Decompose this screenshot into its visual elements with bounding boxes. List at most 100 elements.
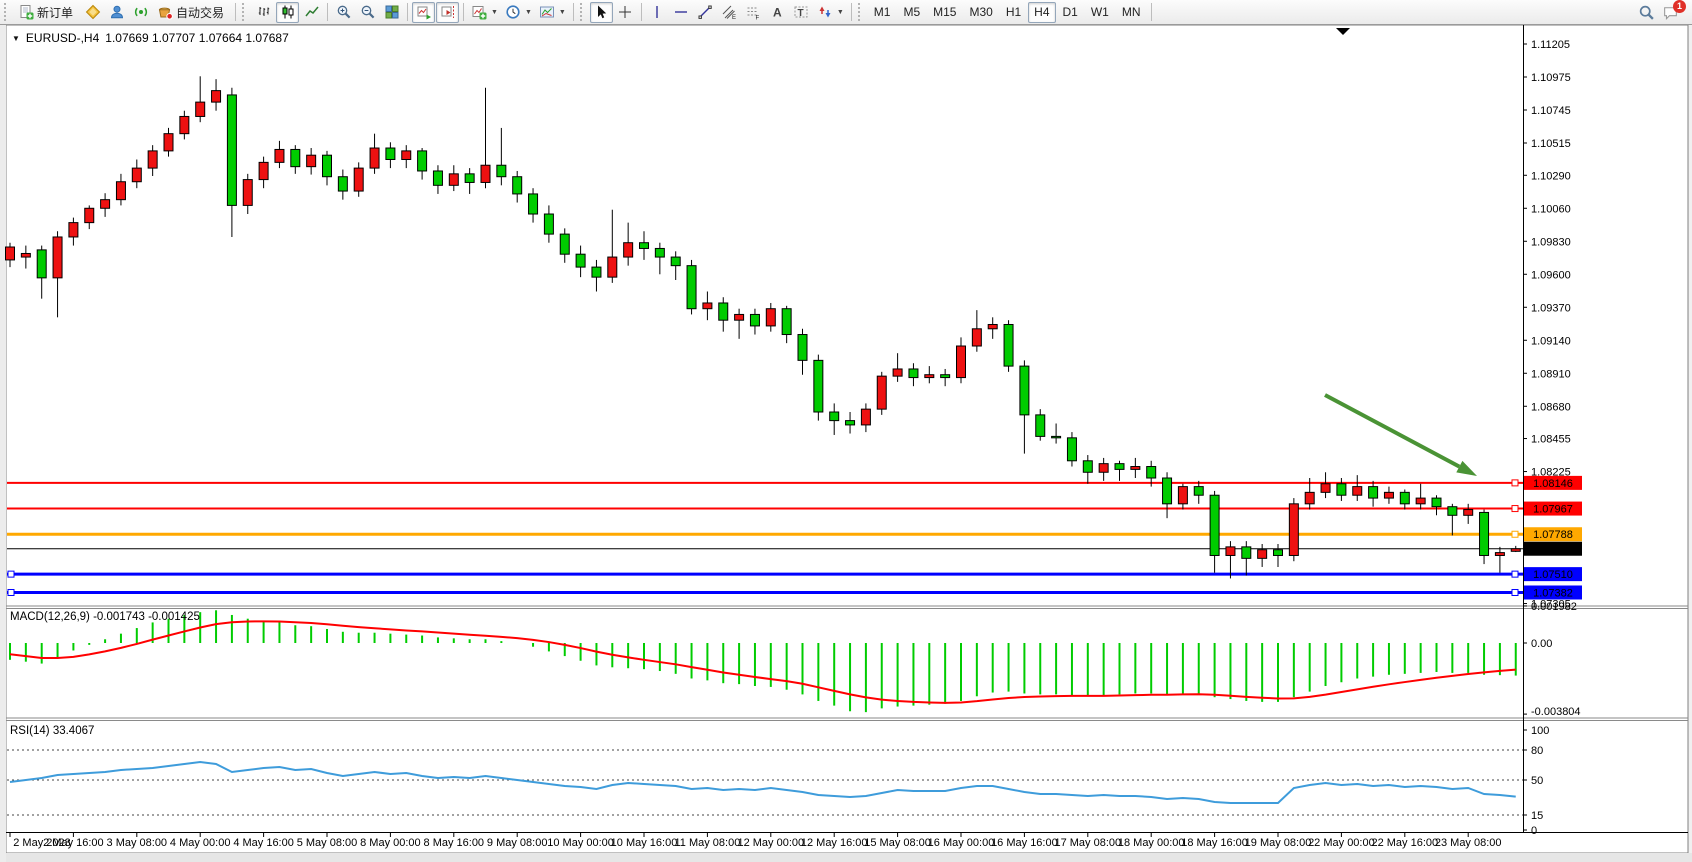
toolbar-grip[interactable]: [242, 3, 247, 21]
toolbar-grip[interactable]: [4, 3, 9, 21]
timeframe-W1[interactable]: W1: [1085, 2, 1115, 23]
svg-text:1.10975: 1.10975: [1531, 72, 1571, 84]
chart-shift-icon: [440, 4, 456, 20]
dropdown-arrow-icon[interactable]: ▼: [837, 9, 844, 16]
zoom-in-button[interactable]: [332, 2, 355, 23]
text-label-tool-button[interactable]: T: [790, 2, 813, 23]
svg-text:0.001982: 0.001982: [1531, 601, 1577, 613]
text-tool-button[interactable]: A: [766, 2, 789, 23]
svg-text:1.08910: 1.08910: [1531, 368, 1571, 380]
arrows-tool-button[interactable]: ▼: [814, 2, 847, 23]
new-order-button[interactable]: 新订单: [14, 2, 80, 23]
hline-handle[interactable]: [8, 571, 14, 577]
svg-text:4 May 16:00: 4 May 16:00: [233, 837, 294, 849]
zoom-out-button[interactable]: [356, 2, 379, 23]
channel-tool-button[interactable]: E: [718, 2, 741, 23]
svg-text:1.10745: 1.10745: [1531, 105, 1571, 117]
indicators-icon: [471, 4, 487, 20]
candlestick-chart-button[interactable]: [276, 2, 299, 23]
timeframe-MN[interactable]: MN: [1116, 2, 1147, 23]
svg-text:1.08146: 1.08146: [1533, 478, 1573, 490]
mql5-community-button[interactable]: [105, 2, 128, 23]
templates-button[interactable]: ▼: [536, 2, 569, 23]
chart-ohlc-readout: 1.07669 1.07707 1.07664 1.07687: [105, 31, 289, 45]
auto-scroll-button[interactable]: [412, 2, 435, 23]
metaeditor-icon: [85, 4, 101, 20]
chart-dropdown-icon[interactable]: ▼: [12, 34, 20, 43]
svg-text:17 May 08:00: 17 May 08:00: [1054, 837, 1121, 849]
svg-text:15 May 08:00: 15 May 08:00: [864, 837, 931, 849]
window-left-strip: [0, 25, 6, 862]
signals-button[interactable]: [129, 2, 152, 23]
dropdown-arrow-icon[interactable]: ▼: [525, 9, 532, 16]
toolbar-grip[interactable]: [858, 3, 863, 21]
svg-text:5 May 08:00: 5 May 08:00: [297, 837, 358, 849]
timeframe-M5[interactable]: M5: [897, 2, 926, 23]
toolbar-separator: [407, 3, 408, 21]
svg-text:E: E: [732, 15, 736, 20]
svg-text:2 May 16:00: 2 May 16:00: [43, 837, 104, 849]
metaeditor-button[interactable]: [81, 2, 104, 23]
svg-text:1.07967: 1.07967: [1533, 504, 1573, 516]
svg-text:19 May 08:00: 19 May 08:00: [1245, 837, 1312, 849]
horizontal-line-tool-button[interactable]: [670, 2, 693, 23]
mql5-community-icon: [109, 4, 125, 20]
cursor-icon: [593, 4, 609, 20]
tile-windows-icon: [384, 4, 400, 20]
toolbar-separator: [641, 3, 642, 21]
indicators-button[interactable]: ▼: [468, 2, 501, 23]
search-button[interactable]: [1635, 2, 1658, 23]
svg-text:4 May 00:00: 4 May 00:00: [170, 837, 231, 849]
fibonacci-tool-button[interactable]: F: [742, 2, 765, 23]
dropdown-arrow-icon[interactable]: ▼: [491, 9, 498, 16]
chat-button[interactable]: 1: [1659, 2, 1682, 23]
svg-text:1.07382: 1.07382: [1533, 587, 1573, 599]
timeframe-D1[interactable]: D1: [1057, 2, 1084, 23]
hline-handle[interactable]: [1512, 531, 1518, 537]
chart-shift-button[interactable]: [436, 2, 459, 23]
timeframe-H4[interactable]: H4: [1028, 2, 1055, 23]
vertical-line-icon: [649, 4, 665, 20]
toolbar-separator: [1151, 3, 1152, 21]
chart-canvas[interactable]: 1.112051.109751.107451.105151.102901.100…: [0, 25, 1692, 862]
vertical-line-tool-button[interactable]: [646, 2, 669, 23]
signals-icon: [133, 4, 149, 20]
hline-handle[interactable]: [1512, 480, 1518, 486]
svg-text:10 May 00:00: 10 May 00:00: [547, 837, 614, 849]
timeframe-M30[interactable]: M30: [963, 2, 998, 23]
hline-handle[interactable]: [1512, 571, 1518, 577]
svg-text:1.08680: 1.08680: [1531, 401, 1571, 413]
hline-handle[interactable]: [1512, 589, 1518, 595]
clock-icon: [505, 4, 521, 20]
tile-windows-button[interactable]: [380, 2, 403, 23]
templates-icon: [539, 4, 555, 20]
toolbar-grip[interactable]: [580, 3, 585, 21]
line-chart-button[interactable]: [300, 2, 323, 23]
bar-chart-button[interactable]: [252, 2, 275, 23]
line-chart-icon: [304, 4, 320, 20]
periods-button[interactable]: ▼: [502, 2, 535, 23]
macd-indicator-label: MACD(12,26,9) -0.001743 -0.001425: [10, 611, 200, 623]
crosshair-tool-button[interactable]: [614, 2, 637, 23]
svg-text:16 May 00:00: 16 May 00:00: [928, 837, 995, 849]
text-label-icon: T: [793, 4, 809, 20]
bar-chart-icon: [256, 4, 272, 20]
horizontal-line-icon: [673, 4, 689, 20]
hline-handle[interactable]: [1512, 506, 1518, 512]
cursor-tool-button[interactable]: [590, 2, 613, 23]
timeframe-M15[interactable]: M15: [927, 2, 962, 23]
new-order-label: 新订单: [37, 4, 73, 21]
svg-text:0.00: 0.00: [1531, 638, 1552, 650]
svg-text:1.10060: 1.10060: [1531, 203, 1571, 215]
autotrading-button[interactable]: 自动交易: [153, 2, 231, 23]
trendline-tool-button[interactable]: [694, 2, 717, 23]
crosshair-icon: [617, 4, 633, 20]
svg-text:8 May 00:00: 8 May 00:00: [360, 837, 421, 849]
dropdown-arrow-icon[interactable]: ▼: [559, 9, 566, 16]
svg-text:1.11205: 1.11205: [1531, 39, 1570, 51]
timeframe-M1[interactable]: M1: [868, 2, 897, 23]
hline-handle[interactable]: [8, 589, 14, 595]
timeframe-H1[interactable]: H1: [1000, 2, 1027, 23]
svg-text:23 May 08:00: 23 May 08:00: [1435, 837, 1502, 849]
svg-text:T: T: [798, 8, 804, 19]
